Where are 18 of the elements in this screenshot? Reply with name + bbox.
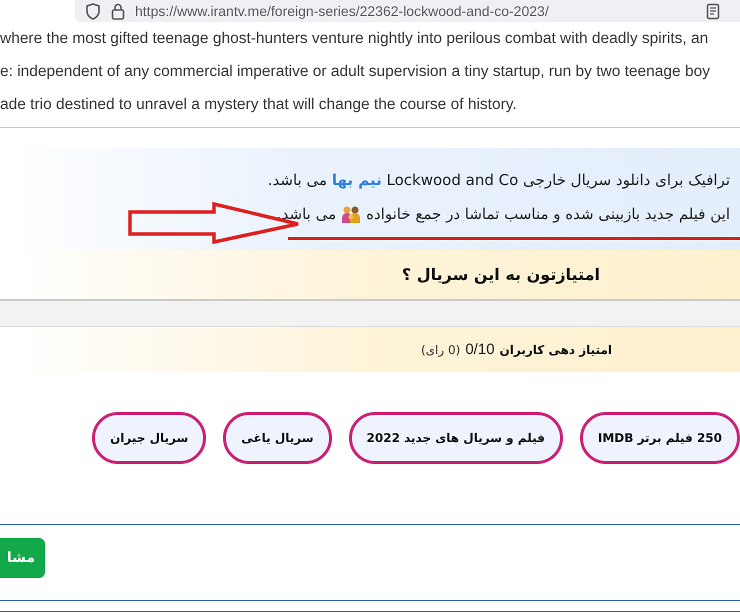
description-line: e: independent of any commercial imperative or adult supervision a tiny startup, run by two teenage boy xyxy=(0,62,710,82)
tag-link[interactable]: سریال جیران xyxy=(92,412,206,464)
description-line: ade trio destined to unravel a mystery that will change the course of history. xyxy=(0,95,517,115)
tag-link[interactable]: فیلم و سریال های جدید 2022 xyxy=(348,412,563,464)
family-notice-end: می باشد. xyxy=(276,204,336,224)
shield-icon[interactable] xyxy=(85,2,101,20)
description-line: where the most gifted teenage ghost-hunters venture nightly into perilous combat with deadly spirits, an xyxy=(0,29,708,49)
rating-score: 0/10 xyxy=(465,341,495,358)
tag-link[interactable]: 250 فیلم برتر IMDB xyxy=(580,412,740,464)
traffic-notice: ترافیک برای دانلود سریال خارجی Lockwood and Co نیم بها می باشد. xyxy=(266,170,731,190)
reader-view-icon[interactable] xyxy=(706,2,720,20)
vote-count: (0 رای) xyxy=(420,342,460,356)
lock-icon[interactable] xyxy=(111,2,125,20)
family-icon xyxy=(341,205,362,223)
rating-question: امتیازتون به این سریال ؟ xyxy=(402,265,600,284)
family-notice: این فیلم جدید بازبینی شده و مناسب تماشا در جمع خانواده xyxy=(366,204,730,224)
rating-label: امتیاز دهی کاربران xyxy=(500,342,612,356)
tag-link[interactable]: سریال یاغی xyxy=(223,412,332,464)
